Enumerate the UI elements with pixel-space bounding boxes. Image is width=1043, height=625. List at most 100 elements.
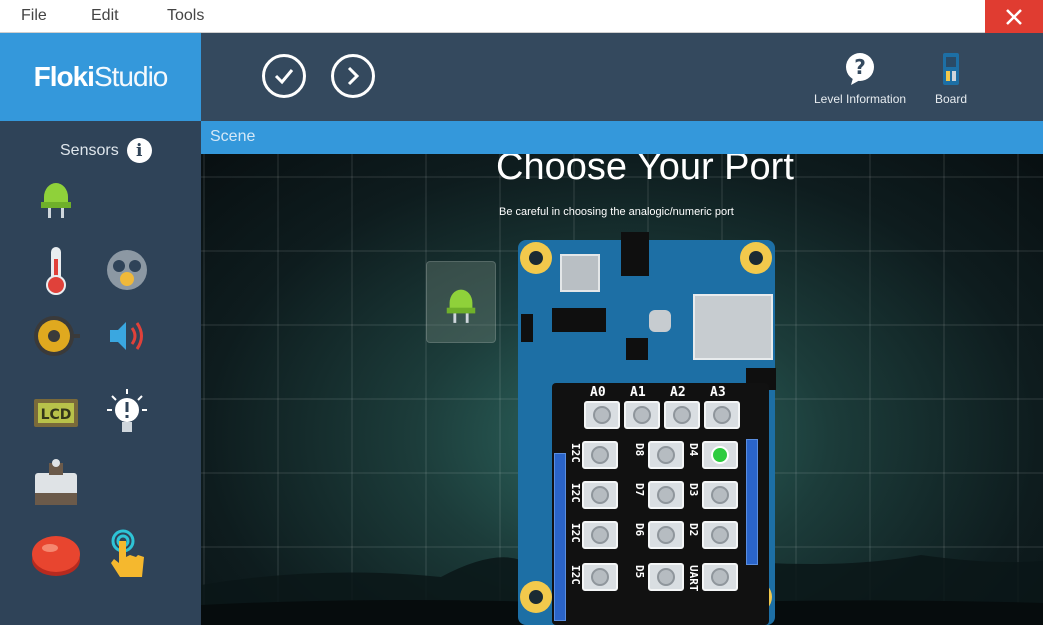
port-d3[interactable] [702, 481, 738, 509]
chip [626, 338, 648, 360]
port-label-d7: D7 [633, 483, 646, 497]
ethernet-port [693, 294, 773, 360]
switch [649, 310, 671, 332]
sensor-temperature[interactable] [29, 243, 83, 297]
info-icon[interactable]: i [126, 138, 152, 163]
port-label-d4: D4 [687, 443, 700, 457]
port-i2c-1[interactable] [582, 441, 618, 469]
gas-mask-icon [107, 250, 147, 290]
speaker-icon [110, 322, 143, 350]
port-i2c-3[interactable] [582, 521, 618, 549]
port-label-d3: D3 [687, 483, 700, 497]
port-label-i2c-1: I2C [569, 443, 582, 463]
floki-studio-window: File Edit Tools FlokiStudio ? Level Info… [0, 0, 1043, 625]
menu-bar: File Edit Tools [0, 0, 1043, 33]
port-d2[interactable] [702, 521, 738, 549]
port-label-d5: D5 [633, 565, 646, 579]
top-toolbar: ? Level Information Board [201, 33, 1043, 121]
sensors-sidebar: Sensors i LCD [0, 121, 201, 625]
choose-port-subtitle: Be careful in choosing the analogic/nume… [499, 206, 734, 218]
port-d8[interactable] [648, 441, 684, 469]
header-pins [521, 314, 533, 342]
verify-button[interactable] [262, 54, 306, 98]
menu-edit[interactable]: Edit [91, 7, 119, 25]
level-information-label: Level Information [814, 92, 907, 106]
sensor-light[interactable] [100, 386, 154, 440]
led-icon [446, 289, 476, 323]
port-label-uart: UART [687, 565, 700, 592]
port-d7[interactable] [648, 481, 684, 509]
lightbulb-icon [107, 389, 147, 432]
mounting-hole [740, 242, 772, 274]
sensor-led[interactable] [29, 169, 83, 223]
port-a3[interactable] [704, 401, 740, 429]
port-a2[interactable] [664, 401, 700, 429]
menu-tools[interactable]: Tools [167, 7, 204, 25]
port-label-i2c-3: I2C [569, 523, 582, 543]
port-a0[interactable] [584, 401, 620, 429]
buzzer-icon [34, 316, 80, 356]
port-i2c-2[interactable] [582, 481, 618, 509]
checkmark-icon [274, 69, 294, 85]
logo-light: Studio [93, 61, 168, 92]
sensors-header: Sensors i [60, 138, 152, 163]
port-label-a0: A0 [590, 385, 606, 400]
board-button[interactable]: Board [935, 52, 967, 106]
port-d6[interactable] [648, 521, 684, 549]
sensor-buzzer[interactable] [29, 309, 83, 363]
question-bubble-icon: ? [846, 53, 875, 85]
port-label-a1: A1 [630, 385, 646, 400]
pin-header-left [554, 453, 566, 621]
port-label-d2: D2 [687, 523, 700, 537]
port-label-a2: A2 [670, 385, 686, 400]
port-d4[interactable] [702, 441, 738, 469]
port-label-a3: A3 [710, 385, 726, 400]
mounting-hole [520, 242, 552, 274]
sensor-touch[interactable] [100, 527, 154, 581]
port-label-d6: D6 [633, 523, 646, 537]
sensor-button[interactable] [29, 527, 83, 581]
chip [552, 308, 606, 332]
svg-text:?: ? [854, 55, 866, 79]
port-shield: A0 A1 A2 A3 I2C D8 D4 I2C D7 D3 I2C D6 D… [552, 383, 769, 625]
sensor-lcd[interactable]: LCD [29, 386, 83, 440]
thermometer-icon [46, 247, 66, 295]
port-uart[interactable] [702, 563, 738, 591]
next-button[interactable] [331, 54, 375, 98]
board-label: Board [935, 92, 968, 106]
mounting-hole [520, 581, 552, 613]
lcd-icon: LCD [34, 399, 78, 427]
board-icon [943, 53, 960, 85]
placed-led-component[interactable] [426, 261, 496, 343]
push-button-icon [32, 536, 80, 576]
svg-text:LCD: LCD [41, 407, 72, 423]
power-jack [621, 232, 649, 276]
sensor-servo[interactable] [29, 457, 83, 511]
pin-header-right [746, 439, 758, 565]
sensor-gas[interactable] [100, 243, 154, 297]
port-label-d8: D8 [633, 443, 646, 457]
close-button[interactable] [985, 0, 1043, 33]
port-a1[interactable] [624, 401, 660, 429]
scene-header: Scene [201, 121, 1043, 154]
servo-icon [35, 459, 77, 505]
sd-card-slot [560, 254, 600, 292]
touch-hand-icon [111, 529, 144, 577]
sensors-title: Sensors [60, 141, 119, 159]
level-information-button[interactable]: ? Level Information [814, 52, 906, 106]
port-i2c-4[interactable] [582, 563, 618, 591]
menu-file[interactable]: File [21, 7, 47, 25]
port-d5[interactable] [648, 563, 684, 591]
close-icon [1006, 8, 1022, 25]
controller-board: A0 A1 A2 A3 I2C D8 D4 I2C D7 D3 I2C D6 D… [518, 232, 776, 625]
port-label-i2c-4: I2C [569, 565, 582, 585]
scene-title: Scene [210, 128, 256, 145]
sensor-sound[interactable] [100, 309, 154, 363]
led-icon [41, 183, 71, 218]
choose-port-title: Choose Your Port [496, 154, 794, 188]
scene-canvas: Choose Your Port Be careful in choosing … [201, 154, 1043, 625]
port-label-i2c-2: I2C [569, 483, 582, 503]
logo-bold: Floki [33, 61, 95, 92]
chevron-right-icon [347, 66, 360, 86]
app-logo: FlokiStudio [0, 33, 201, 121]
